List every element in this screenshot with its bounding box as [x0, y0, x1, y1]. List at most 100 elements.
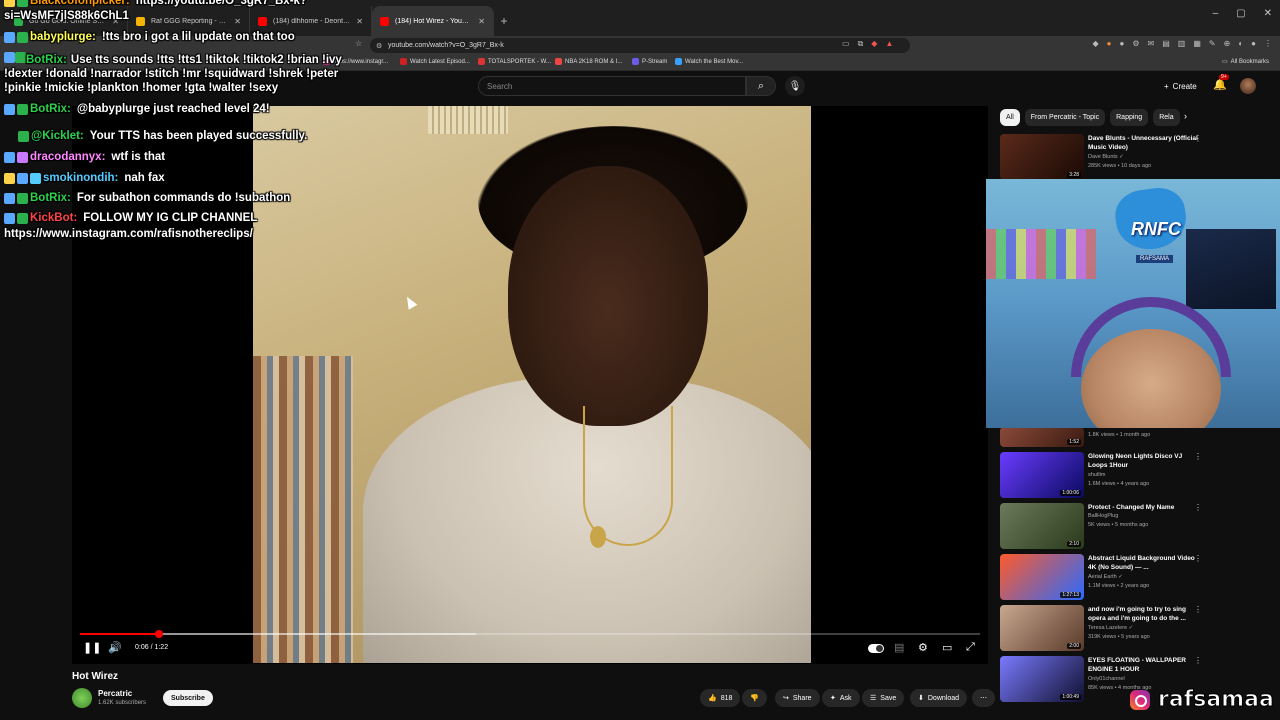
chat-badge-icon	[17, 0, 28, 7]
extension-icon[interactable]: ●	[1120, 39, 1125, 48]
headset-graphic	[1071, 297, 1231, 377]
search-icon[interactable]: ⌕	[746, 76, 776, 96]
extension-icon[interactable]: ●	[1107, 39, 1112, 48]
all-bookmarks[interactable]: ▭ All Bookmarks	[1222, 58, 1269, 66]
search-input[interactable]: Search	[478, 76, 746, 96]
extension-icon[interactable]: ▦	[1193, 39, 1201, 48]
video-thumbnail[interactable]: 1:52	[1000, 427, 1084, 447]
volume-icon[interactable]: 🔊	[108, 641, 122, 654]
chip-all[interactable]: All	[1000, 109, 1020, 126]
extension-icon[interactable]: ▤	[1162, 39, 1170, 48]
extension-icon[interactable]: ✉	[1148, 39, 1155, 48]
new-tab-icon[interactable]: +	[494, 6, 514, 36]
chevron-right-icon[interactable]: ›	[1184, 111, 1187, 121]
share-button[interactable]: ↪ Share	[775, 689, 820, 707]
extension-icon[interactable]: ◆	[871, 39, 877, 49]
rec-title[interactable]: EYES FLOATING - WALLPAPER ENGINE 1 HOUR	[1088, 656, 1198, 674]
bookmark[interactable]: NBA 2K18 ROM & I...	[555, 58, 622, 65]
create-button[interactable]: + Create	[1155, 77, 1206, 95]
bookmark-star-icon[interactable]: ☆	[355, 39, 362, 48]
recommended-video[interactable]: 2:00 and now i'm going to try to sing op…	[1000, 605, 1210, 651]
account-avatar[interactable]	[1240, 78, 1256, 94]
menu-dots-icon[interactable]: ⋮	[1264, 39, 1272, 48]
save-button[interactable]: ☰ Save	[862, 689, 905, 707]
close-tab-icon[interactable]: ✕	[234, 17, 241, 26]
channel-avatar[interactable]	[72, 688, 92, 708]
rec-channel[interactable]: BallHogPlug	[1088, 513, 1118, 519]
ask-button[interactable]: ✦ Ask	[822, 689, 860, 707]
minimize-icon[interactable]: –	[1213, 8, 1219, 19]
dislike-button[interactable]: 👎	[742, 689, 767, 707]
more-vertical-icon[interactable]: ⋮	[1194, 605, 1202, 614]
extension-icon[interactable]: ▥	[1178, 39, 1186, 48]
channel-name[interactable]: Percatric	[98, 689, 132, 698]
more-vertical-icon[interactable]: ⋮	[1194, 503, 1202, 512]
filter-chips: All From Percatric - Topic Rapping Rela	[1000, 109, 1180, 127]
theater-mode-icon[interactable]: ▭	[942, 641, 952, 654]
bookmark[interactable]: TOTALSPORTEK - W...	[478, 58, 551, 65]
extension-icon[interactable]: ⚙	[1132, 39, 1139, 48]
bookmark[interactable]: Watch the Best Mov...	[675, 58, 743, 65]
recommended-video[interactable]: 2:10 Protect - Changed My Name BallHogPl…	[1000, 503, 1210, 549]
url-bar[interactable]: ⚙ youtube.com/watch?v=O_3gR7_Bx-k	[370, 38, 910, 53]
bookmark[interactable]: Watch Latest Episod...	[400, 58, 470, 65]
chip-rapping[interactable]: Rapping	[1110, 109, 1149, 126]
recommended-video[interactable]: 1:27:13 Abstract Liquid Background Video…	[1000, 554, 1210, 600]
microphone-icon[interactable]: 🎙	[785, 76, 805, 96]
chat-badge-icon	[17, 31, 28, 43]
video-thumbnail[interactable]: 1:27:13	[1000, 554, 1084, 600]
close-tab-icon[interactable]: ✕	[356, 17, 363, 26]
video-thumbnail[interactable]: 3:28	[1000, 134, 1084, 180]
more-vertical-icon[interactable]: ⋮	[1194, 134, 1202, 143]
fullscreen-icon[interactable]: ⤢	[966, 641, 975, 654]
rec-channel[interactable]: Aerial Earth ✓	[1088, 574, 1123, 580]
bookmark[interactable]: P-Stream	[632, 58, 667, 65]
extension-icon[interactable]: ◐	[1238, 39, 1243, 48]
rec-channel[interactable]: Teresa Lazelere ✓	[1088, 625, 1133, 631]
settings-gear-icon[interactable]: ⚙	[918, 641, 928, 654]
pip-icon[interactable]: ⧉	[858, 39, 864, 49]
recommended-video[interactable]: 1:52 1.8K views • 1 month ago	[1000, 427, 1210, 447]
download-button[interactable]: ⬇ Download	[910, 689, 968, 707]
rec-title[interactable]: Abstract Liquid Background Video 4K (No …	[1088, 554, 1198, 572]
more-vertical-icon[interactable]: ⋮	[1194, 452, 1202, 461]
chip-from-percatric[interactable]: From Percatric - Topic	[1024, 109, 1106, 126]
like-button[interactable]: 👍 818	[700, 689, 741, 707]
cast-icon[interactable]: ▭	[842, 39, 850, 49]
video-thumbnail[interactable]: 2:10	[1000, 503, 1084, 549]
browser-tab-active[interactable]: (184) Hot Wirez - YouTube ✕	[372, 6, 494, 36]
autoplay-toggle[interactable]	[868, 644, 884, 653]
video-thumbnail[interactable]: 1:00:49	[1000, 656, 1084, 702]
video-thumbnail[interactable]: 2:00	[1000, 605, 1084, 651]
extension-icon[interactable]: ◆	[1093, 39, 1099, 48]
chip-related[interactable]: Rela	[1153, 109, 1180, 126]
extension-icon[interactable]: ✎	[1209, 39, 1216, 48]
subscribe-button[interactable]: Subscribe	[163, 690, 213, 706]
more-vertical-icon[interactable]: ⋮	[1194, 656, 1202, 665]
chat-line: @Kicklet: Your TTS has been played succes…	[18, 130, 307, 142]
rec-channel[interactable]: shutlim	[1088, 472, 1105, 478]
rec-title[interactable]: and now i'm going to try to sing opera a…	[1088, 605, 1198, 623]
rec-title[interactable]: Dave Blunts - Unnecessary (Official Musi…	[1088, 134, 1198, 152]
profile-icon[interactable]: ●	[1251, 39, 1256, 48]
rec-title[interactable]: Glowing Neon Lights Disco VJ Loops 1Hour	[1088, 452, 1198, 470]
rec-channel[interactable]: Only01channel	[1088, 676, 1125, 682]
maximize-icon[interactable]: ▢	[1236, 8, 1245, 19]
video-frame[interactable]	[253, 106, 811, 663]
site-info-icon[interactable]: ⚙	[376, 42, 382, 50]
progress-bar[interactable]	[80, 630, 980, 638]
extension-icon[interactable]: ⊕	[1224, 39, 1231, 48]
more-actions-button[interactable]: ⋯	[972, 689, 995, 707]
close-window-icon[interactable]: ✕	[1264, 8, 1272, 19]
close-tab-icon[interactable]: ✕	[478, 17, 485, 26]
recommended-video[interactable]: 3:28 Dave Blunts - Unnecessary (Official…	[1000, 134, 1210, 180]
video-thumbnail[interactable]: 1:00:06	[1000, 452, 1084, 498]
pause-icon[interactable]: ❚❚	[83, 641, 101, 654]
subtitles-icon[interactable]: ▤	[894, 641, 904, 654]
rec-title[interactable]: Protect - Changed My Name	[1088, 503, 1198, 512]
rec-channel[interactable]: Dave Blunts ✓	[1088, 154, 1124, 160]
recommended-video[interactable]: 1:00:06 Glowing Neon Lights Disco VJ Loo…	[1000, 452, 1210, 498]
more-vertical-icon[interactable]: ⋮	[1194, 554, 1202, 563]
notifications-bell-icon[interactable]: 🔔 9+	[1213, 74, 1229, 91]
extension-icon[interactable]: ▲	[885, 39, 893, 49]
